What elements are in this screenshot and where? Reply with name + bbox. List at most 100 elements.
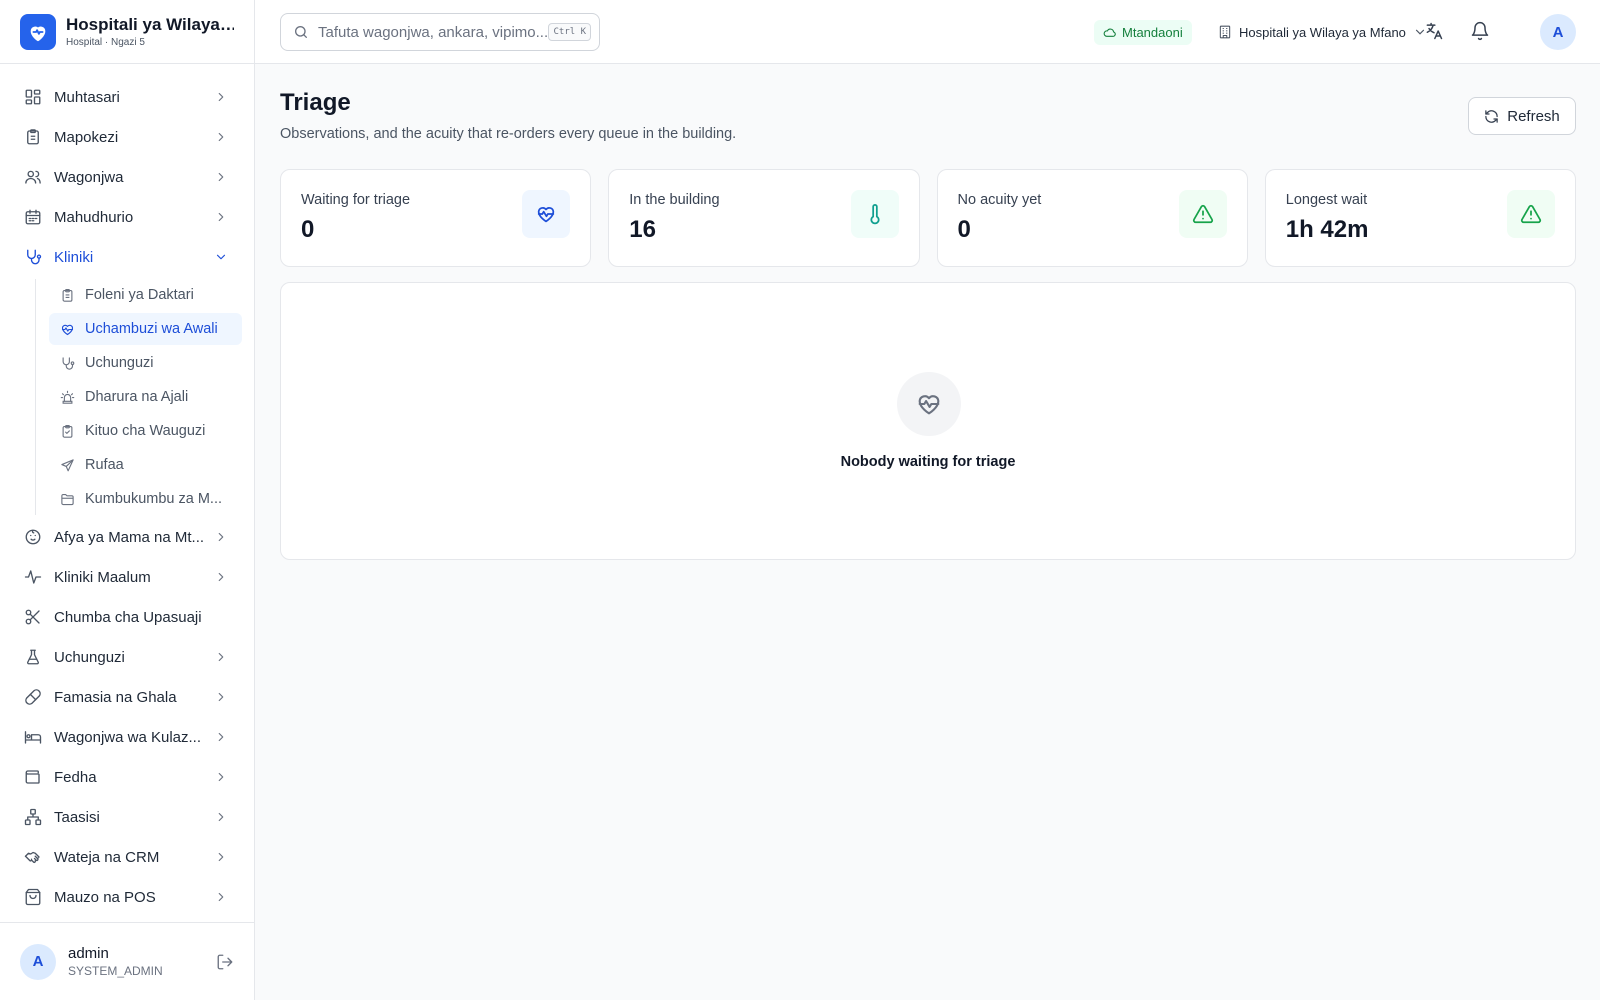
sidebar-item-label: Fedha (54, 768, 97, 786)
facility-name: Hospitali ya Wilaya ya Mfano (1239, 24, 1406, 40)
chevron-right-icon (218, 732, 224, 742)
warning-icon (1507, 190, 1555, 238)
sidebar-item-wagonjwa-wa-kulazwa[interactable]: Wagonjwa wa Kulaz... (0, 717, 254, 757)
sidebar-item-kliniki-maalum[interactable]: Kliniki Maalum (0, 557, 254, 597)
sidebar-item-label: Mahudhurio (54, 208, 134, 226)
activity-icon (24, 570, 42, 584)
wallet-icon (25, 770, 40, 784)
sidebar-item-label: Famasia na Ghala (54, 688, 177, 706)
logout-icon[interactable] (216, 953, 234, 971)
warning-icon (1178, 190, 1227, 238)
chevron-right-icon (218, 132, 224, 142)
sidebar-item-label: Wagonjwa (54, 168, 124, 186)
chevron-right-icon (218, 532, 224, 542)
sidebar-subitem-uchunguzi[interactable]: Uchunguzi (49, 347, 242, 379)
bed-icon (24, 731, 42, 744)
stat-card-in-building: In the building 16 (608, 169, 920, 267)
clipboard-icon (27, 129, 39, 145)
chevron-right-icon (218, 212, 224, 222)
sidebar-subitem-rufaa[interactable]: Rufaa (49, 449, 242, 481)
language-button[interactable] (1422, 19, 1446, 43)
pill-icon (25, 689, 41, 705)
stethoscope-icon (62, 356, 75, 370)
sidebar-subitem-foleni-ya-daktari[interactable]: Foleni ya Daktari (49, 279, 242, 311)
stethoscope-icon (27, 249, 42, 265)
sidebar-item-taasisi[interactable]: Taasisi (0, 797, 254, 837)
sidebar-item-mapokezi[interactable]: Mapokezi (0, 117, 254, 157)
dashboard-icon (25, 89, 41, 105)
facility-selector[interactable]: Hospitali ya Wilaya ya Mfano (1218, 18, 1427, 46)
sidebar-subitem-label: Kumbukumbu za M... (85, 491, 222, 507)
page-title: Triage (280, 89, 351, 116)
brand: Hospitali ya Wilaya ... Hospital · Ngazi… (0, 0, 254, 64)
sidebar-item-muhtasari[interactable]: Muhtasari (0, 77, 254, 117)
clipboard-icon (62, 288, 73, 302)
status-badge: Mtandaoni (1094, 20, 1192, 45)
sidebar-item-afya-ya-mama[interactable]: Afya ya Mama na Mt... (0, 517, 254, 557)
handshake-icon (24, 851, 40, 864)
avatar: A (20, 943, 56, 980)
sidebar-item-chumba-cha-upasuaji[interactable]: Chumba cha Upasuaji (0, 597, 254, 637)
kliniki-submenu: Foleni ya Daktari Uchambuzi wa Awali Uch… (35, 279, 254, 515)
sidebar-item-wateja-na-crm[interactable]: Wateja na CRM (0, 837, 254, 877)
chevron-right-icon (218, 772, 224, 782)
triage-queue-empty-state: Nobody waiting for triage (280, 282, 1576, 560)
sidebar-subitem-dharura-na-ajali[interactable]: Dharura na Ajali (49, 381, 242, 413)
sidebar: Hospitali ya Wilaya ... Hospital · Ngazi… (0, 0, 255, 1000)
send-icon (61, 458, 74, 471)
search-shortcut: Ctrl K (548, 23, 591, 41)
sidebar-item-wagonjwa[interactable]: Wagonjwa (0, 157, 254, 197)
refresh-label: Refresh (1507, 107, 1560, 125)
user-role: SYSTEM_ADMIN (68, 964, 163, 978)
stat-card-no-acuity: No acuity yet 0 (936, 169, 1248, 267)
flask-icon (27, 649, 39, 665)
sidebar-subitem-label: Uchunguzi (85, 355, 154, 371)
refresh-icon (1485, 109, 1498, 123)
sidebar-subitem-label: Kituo cha Wauguzi (85, 423, 206, 439)
sidebar-item-label: Afya ya Mama na Mt... (54, 528, 205, 546)
sidebar-subitem-kituo-cha-wauguzi[interactable]: Kituo cha Wauguzi (49, 415, 242, 447)
sidebar-item-label: Taasisi (54, 808, 100, 826)
sidebar-item-famasia-na-ghala[interactable]: Famasia na Ghala (0, 677, 254, 717)
sidebar-subitem-label: Uchambuzi wa Awali (85, 321, 218, 337)
empty-state-message: Nobody waiting for triage (840, 454, 1016, 470)
search-input[interactable] (318, 23, 549, 41)
stats-row: Waiting for triage 0 In the building 16 … (280, 169, 1576, 267)
shopping-bag-icon (25, 888, 41, 906)
refresh-button[interactable]: Refresh (1468, 97, 1576, 135)
sidebar-item-label: Chumba cha Upasuaji (54, 608, 202, 626)
sidebar-item-mahudhurio[interactable]: Mahudhurio (0, 197, 254, 237)
chevron-right-icon (218, 692, 224, 702)
heart-shield-icon (20, 13, 56, 50)
sidebar-item-kliniki[interactable]: Kliniki (0, 237, 254, 277)
thermometer-icon (850, 190, 899, 238)
topbar: Ctrl K Mtandaoni Hospitali ya Wilaya ya … (255, 0, 1600, 64)
sidebar-subitem-uchambuzi-wa-awali[interactable]: Uchambuzi wa Awali (49, 313, 242, 345)
search-box[interactable]: Ctrl K (280, 13, 600, 51)
sidebar-item-label: Kliniki (54, 248, 94, 266)
translate-icon (1426, 22, 1443, 40)
chevron-right-icon (218, 652, 224, 662)
clipboard-check-icon (62, 424, 73, 438)
chevron-right-icon (218, 572, 224, 582)
heart-pulse-icon (61, 324, 74, 335)
sidebar-item-uchunguzi[interactable]: Uchunguzi (0, 637, 254, 677)
sidebar-item-label: Muhtasari (54, 88, 120, 106)
sidebar-item-fedha[interactable]: Fedha (0, 757, 254, 797)
stat-card-longest-wait: Longest wait 1h 42m (1264, 169, 1576, 267)
heart-pulse-icon (897, 372, 961, 436)
stat-card-waiting: Waiting for triage 0 (280, 169, 592, 267)
sidebar-item-label: Uchunguzi (54, 648, 125, 666)
building-icon (1219, 25, 1231, 39)
baby-icon (25, 529, 41, 545)
notifications-button[interactable] (1468, 19, 1492, 43)
chevron-down-icon (216, 254, 226, 260)
user-panel: A admin SYSTEM_ADMIN (0, 922, 254, 1000)
chevron-right-icon (218, 812, 224, 822)
sidebar-subitem-kumbukumbu[interactable]: Kumbukumbu za M... (49, 483, 242, 515)
sidebar-item-label: Mauzo na POS (54, 888, 156, 906)
sidebar-item-label: Kliniki Maalum (54, 568, 151, 586)
sidebar-item-mauzo-na-pos[interactable]: Mauzo na POS (0, 877, 254, 917)
user-menu-avatar[interactable]: A (1540, 14, 1576, 50)
folder-icon (61, 493, 74, 505)
